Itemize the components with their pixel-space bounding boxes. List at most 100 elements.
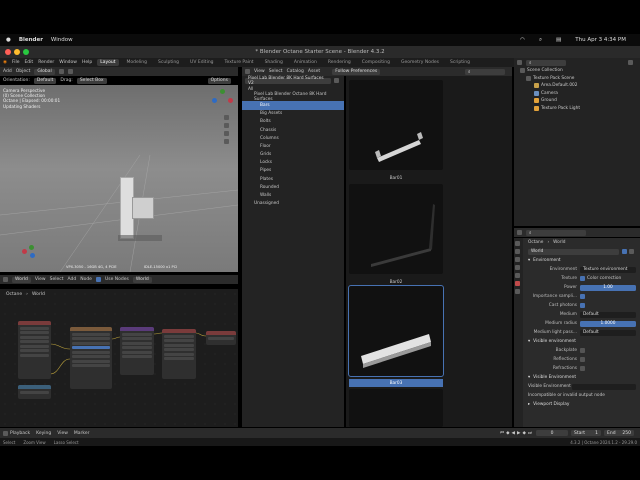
outliner-filter-icon[interactable] bbox=[628, 60, 633, 65]
orientation-dropdown[interactable]: Global bbox=[34, 68, 55, 75]
outliner-item-area-default[interactable]: Area.Default.002 bbox=[514, 82, 640, 90]
asset-menu-catalog[interactable]: Catalog bbox=[287, 69, 304, 74]
properties-type-icon[interactable] bbox=[517, 230, 522, 235]
node-menu-node[interactable]: Node bbox=[80, 277, 92, 282]
mac-clock[interactable]: Thu Apr 3 4:34 PM bbox=[575, 37, 626, 44]
pivot-icon[interactable] bbox=[58, 69, 64, 74]
texture-checkbox[interactable] bbox=[580, 276, 585, 281]
timeline-menu-marker[interactable]: Marker bbox=[74, 431, 90, 436]
zoom-icon[interactable] bbox=[224, 115, 229, 120]
medium-radius-field[interactable]: 1.0000 bbox=[580, 320, 636, 327]
asset-menu-asset[interactable]: Asset bbox=[308, 69, 320, 74]
menu-edit[interactable]: Edit bbox=[24, 60, 33, 65]
search-icon[interactable]: ⌕ bbox=[539, 37, 542, 44]
tree-item-unassigned[interactable]: Unassigned bbox=[242, 200, 344, 208]
outliner-scene-collection[interactable]: Scene Collection bbox=[514, 67, 640, 75]
importance-sampling-checkbox[interactable] bbox=[580, 294, 585, 299]
cast-photons-checkbox[interactable] bbox=[580, 303, 585, 308]
area-divider-vertical-2[interactable] bbox=[512, 67, 514, 428]
asset-thumb-bar02[interactable] bbox=[349, 184, 443, 274]
tab-sculpting[interactable]: Sculpting bbox=[155, 59, 182, 66]
tab-modeling[interactable]: Modeling bbox=[124, 59, 150, 66]
timeline-menu-keying[interactable]: Keying bbox=[36, 431, 51, 436]
menu-window[interactable]: Window bbox=[59, 60, 77, 65]
node-input-2[interactable] bbox=[18, 385, 51, 399]
section-visible-environment-2[interactable]: ▾ Visible Environment bbox=[524, 373, 640, 382]
medium-light-pass-dropdown[interactable]: Default bbox=[580, 329, 636, 336]
node-input-1[interactable] bbox=[18, 321, 51, 379]
outliner-type-icon[interactable] bbox=[517, 60, 522, 65]
current-frame-field[interactable]: 0 bbox=[536, 430, 568, 436]
tree-item-chassis[interactable]: Chassis bbox=[242, 126, 344, 134]
camera-view-icon[interactable] bbox=[224, 131, 229, 136]
asset-editor-type-icon[interactable] bbox=[245, 69, 250, 74]
wifi-icon[interactable]: ◠ bbox=[520, 37, 525, 44]
apple-icon[interactable]: ● bbox=[6, 37, 11, 43]
tree-item-walls[interactable]: Walls bbox=[242, 191, 344, 199]
node-texture[interactable] bbox=[70, 327, 112, 389]
area-divider-horizontal[interactable] bbox=[0, 272, 238, 275]
tree-item-columns[interactable]: Columns bbox=[242, 134, 344, 142]
tab-texture-paint[interactable]: Texture Paint bbox=[222, 59, 257, 66]
tree-item-root[interactable]: Pixel Lab Blender Octane 8K Hard Surface… bbox=[242, 92, 344, 102]
backplate-checkbox[interactable] bbox=[580, 348, 585, 353]
tab-rendering[interactable]: Rendering bbox=[325, 59, 354, 66]
medium-dropdown[interactable]: Default bbox=[580, 311, 636, 318]
navigation-gizmo[interactable] bbox=[212, 89, 234, 111]
next-key-icon[interactable]: ◆ bbox=[522, 431, 525, 436]
menu-help[interactable]: Help bbox=[82, 60, 92, 65]
section-environment[interactable]: ▾ Environment bbox=[524, 256, 640, 265]
menu-file[interactable]: File bbox=[12, 60, 20, 65]
asset-thumb-bar04[interactable] bbox=[349, 389, 443, 427]
tab-geometry-nodes[interactable]: Geometry Nodes bbox=[398, 59, 442, 66]
tree-item-grids[interactable]: Grids bbox=[242, 151, 344, 159]
tree-item-rounded[interactable]: Rounded bbox=[242, 183, 344, 191]
environment-dropdown[interactable]: Texture environment bbox=[580, 266, 636, 273]
viewport-menu-add[interactable]: Add bbox=[3, 69, 12, 74]
properties-search-field[interactable]: ⌕ bbox=[526, 229, 586, 236]
scene-tab-icon[interactable] bbox=[515, 273, 520, 278]
node-menu-add[interactable]: Add bbox=[67, 277, 76, 282]
blender-logo-icon[interactable]: ◉ bbox=[3, 60, 7, 65]
jump-start-icon[interactable]: ⏮ bbox=[500, 430, 504, 436]
control-center-icon[interactable]: ▤ bbox=[556, 37, 561, 44]
outliner-item-ground[interactable]: Ground bbox=[514, 97, 640, 105]
timeline-type-icon[interactable] bbox=[3, 430, 8, 436]
refractions-checkbox[interactable] bbox=[580, 366, 585, 371]
asset-label-bar02[interactable]: Bar02 bbox=[349, 278, 443, 286]
jump-end-icon[interactable]: ⏭ bbox=[528, 430, 532, 436]
asset-menu-view[interactable]: View bbox=[254, 69, 265, 74]
tab-shading[interactable]: Shading bbox=[262, 59, 286, 66]
tree-item-floor[interactable]: Floor bbox=[242, 142, 344, 150]
snap-icon[interactable] bbox=[67, 69, 73, 74]
asset-label-bar01[interactable]: Bar01 bbox=[349, 174, 443, 182]
section-viewport-display[interactable]: ▸ Viewport Display bbox=[524, 400, 640, 409]
asset-menu-select[interactable]: Select bbox=[269, 69, 283, 74]
options-dropdown[interactable]: Options bbox=[207, 77, 231, 84]
section-visible-environment[interactable]: ▾ Visible environment bbox=[524, 337, 640, 346]
start-frame-field[interactable]: Start 1 bbox=[571, 430, 601, 436]
outliner-item-texture-pack-scene[interactable]: Texture Pack Scene bbox=[514, 75, 640, 83]
node-editor-canvas[interactable]: Octane › World bbox=[0, 289, 238, 427]
tree-item-plates[interactable]: Plates bbox=[242, 175, 344, 183]
asset-label-bar03[interactable]: Bar03 bbox=[349, 379, 443, 387]
reflections-checkbox[interactable] bbox=[580, 357, 585, 362]
output-tab-icon[interactable] bbox=[515, 257, 520, 262]
timeline-menu-view[interactable]: View bbox=[57, 431, 68, 436]
area-divider-vertical-1[interactable] bbox=[238, 67, 242, 428]
refresh-library-icon[interactable] bbox=[334, 78, 339, 83]
fake-user-icon[interactable] bbox=[622, 249, 627, 254]
asset-thumb-bar01[interactable] bbox=[349, 80, 443, 170]
perspective-icon[interactable] bbox=[224, 139, 229, 144]
view-layer-tab-icon[interactable] bbox=[515, 265, 520, 270]
timeline-menu-playback[interactable]: Playback bbox=[10, 431, 30, 436]
tab-layout[interactable]: Layout bbox=[97, 59, 119, 66]
node-world-output[interactable] bbox=[206, 331, 236, 345]
new-world-icon[interactable] bbox=[629, 249, 634, 254]
tab-compositing[interactable]: Compositing bbox=[359, 59, 393, 66]
node-editor-type-icon[interactable] bbox=[3, 277, 8, 282]
mac-window-menu[interactable]: Window bbox=[51, 37, 73, 43]
play-reverse-icon[interactable]: ◀ bbox=[512, 431, 515, 436]
pan-icon[interactable] bbox=[224, 123, 229, 128]
tree-item-bars[interactable]: Bars bbox=[242, 101, 344, 110]
